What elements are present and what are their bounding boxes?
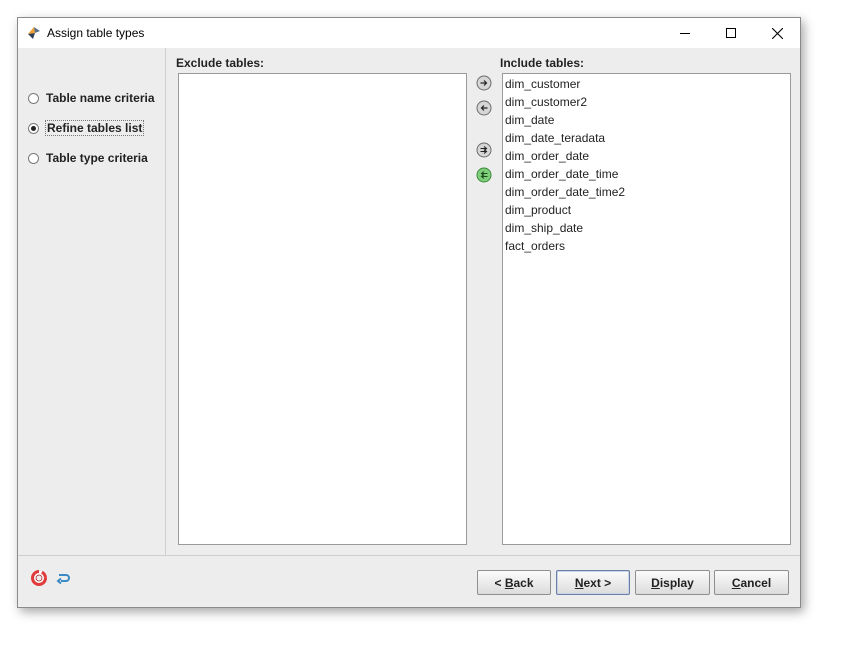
exclude-tables-list[interactable] [178,73,467,545]
display-mnemonic: D [651,575,660,590]
minimize-icon [680,33,690,34]
close-icon [771,27,783,39]
list-item[interactable]: dim_ship_date [503,219,790,237]
undo-icon [56,574,70,585]
help-button[interactable] [31,570,47,586]
next-button[interactable]: Next > [556,570,630,595]
radio-button[interactable] [28,122,39,134]
assign-table-types-dialog: Assign table types Table name criteria R… [17,17,801,608]
list-item[interactable]: dim_product [503,201,790,219]
display-button[interactable]: Display [635,570,710,595]
back-mnemonic: B [504,575,514,590]
undo-button[interactable] [56,570,72,586]
move-left-icon [476,100,492,116]
back-button[interactable]: < Back [477,570,551,595]
back-prefix: < [494,575,505,590]
radio-button[interactable] [28,152,39,164]
include-tables-label: Include tables: [500,56,585,70]
move-right-button[interactable] [476,75,492,91]
cancel-mnemonic: C [731,575,741,590]
list-item[interactable]: dim_date [503,111,790,129]
radio-label: Table type criteria [46,151,148,165]
app-icon [26,25,42,41]
list-item[interactable]: dim_date_teradata [503,129,790,147]
cancel-rest: ancel [740,575,772,590]
footer-separator [18,555,800,556]
list-item[interactable]: dim_customer2 [503,93,790,111]
next-mnemonic: N [574,575,584,590]
title-bar: Assign table types [18,18,800,48]
minimize-button[interactable] [662,18,708,48]
help-lifebuoy-icon [31,570,47,586]
radio-table-name-criteria[interactable]: Table name criteria [28,89,156,107]
radio-refine-tables-list[interactable]: Refine tables list [28,119,145,137]
radio-table-type-criteria[interactable]: Table type criteria [28,149,149,167]
move-all-right-icon [476,142,492,158]
move-all-right-button[interactable] [476,142,492,158]
next-rest: ext > [583,575,612,590]
criteria-panel: Table name criteria Refine tables list T… [18,48,166,555]
cancel-button[interactable]: Cancel [714,570,789,595]
exclude-tables-label: Exclude tables: [176,56,265,70]
move-all-left-button[interactable] [476,167,492,183]
radio-label: Refine tables list [45,120,145,136]
move-all-left-icon [476,167,492,183]
radio-button[interactable] [28,92,39,104]
list-item[interactable]: fact_orders [503,237,790,255]
maximize-icon [726,28,736,38]
radio-label: Table name criteria [46,91,155,105]
back-rest: ack [513,575,534,590]
move-left-button[interactable] [476,100,492,116]
window-title: Assign table types [47,26,145,40]
list-item[interactable]: dim_order_date [503,147,790,165]
list-item[interactable]: dim_order_date_time2 [503,183,790,201]
maximize-button[interactable] [708,18,754,48]
list-item[interactable]: dim_order_date_time [503,165,790,183]
include-tables-list[interactable]: dim_customer dim_customer2 dim_date dim_… [502,73,791,545]
list-item[interactable]: dim_customer [503,75,790,93]
move-right-icon [476,75,492,91]
display-rest: isplay [659,575,694,590]
close-button[interactable] [754,18,800,48]
